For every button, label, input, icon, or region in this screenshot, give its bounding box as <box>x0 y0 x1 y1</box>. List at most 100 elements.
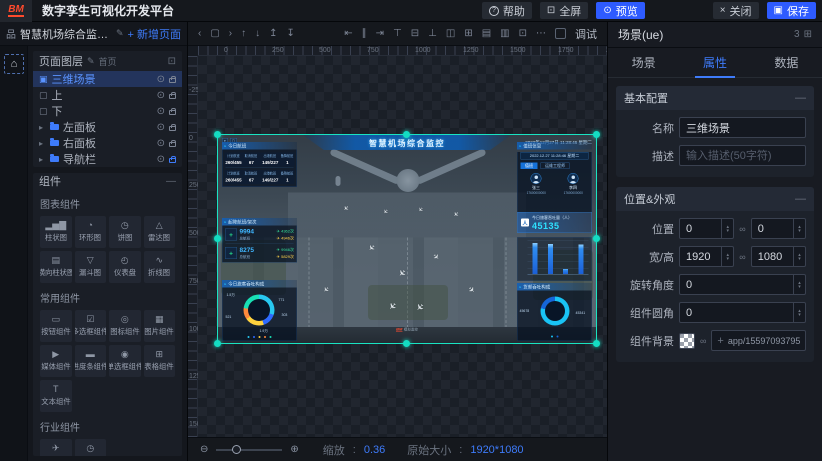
caret-icon[interactable]: ▸ <box>39 123 46 132</box>
component-tile-button[interactable]: ▭按钮组件 <box>40 310 72 342</box>
visibility-icon[interactable]: ⊙ <box>157 90 165 101</box>
resize-handle-w[interactable] <box>214 235 221 242</box>
layer-item-navbar[interactable]: ▸ 导航栏 ⊙ <box>33 151 182 167</box>
visibility-icon[interactable]: ⊙ <box>157 122 165 133</box>
align-middle-icon[interactable]: ⊟ <box>411 28 419 39</box>
zoom-slider-knob[interactable] <box>232 445 241 454</box>
component-tile-ring-chart[interactable]: ◔环形图 <box>75 216 107 248</box>
tab-properties[interactable]: 属性 <box>679 48 750 77</box>
move-down-icon[interactable]: ↓ <box>255 28 260 39</box>
layer-item-left-panel[interactable]: ▸ 左面板 ⊙ <box>33 119 182 135</box>
save-button[interactable]: ▣保存 <box>767 2 816 19</box>
lock-toggle-icon[interactable]: ⊡ <box>519 28 527 39</box>
collapse-section-icon[interactable]: — <box>795 92 806 104</box>
caret-icon[interactable]: ▸ <box>39 139 46 148</box>
component-tile-progress[interactable]: ▬进度条组件 <box>75 345 107 377</box>
next-page-icon[interactable]: › <box>229 28 232 39</box>
component-tile-image[interactable]: ▦图片组件 <box>144 310 176 342</box>
distribute-h-icon[interactable]: ◫ <box>446 28 455 39</box>
component-tile-gauge[interactable]: ◴仪表盘 <box>109 251 141 283</box>
layer-item-bottom[interactable]: ▢ 下 ⊙ <box>33 103 182 119</box>
stepper[interactable]: ▴▾ <box>793 275 805 294</box>
component-tile-hbar-chart[interactable]: ▤横向柱状图 <box>40 251 72 283</box>
align-left-icon[interactable]: ⇤ <box>344 28 352 39</box>
preview-button[interactable]: ⊙预览 <box>596 2 644 19</box>
stepper[interactable]: ▴▾ <box>793 247 805 266</box>
stepper[interactable]: ▴▾ <box>721 219 733 238</box>
zoom-slider[interactable] <box>216 445 282 455</box>
layer-item-3d-scene[interactable]: ▣ 三维场景 ⊙ <box>33 71 182 87</box>
group-icon[interactable]: ▤ <box>482 28 491 39</box>
lock-icon[interactable] <box>169 94 176 99</box>
component-tile-line-chart[interactable]: ∿折线图 <box>144 251 176 283</box>
stepper[interactable]: ▴▾ <box>721 247 733 266</box>
lock-icon[interactable] <box>169 78 176 83</box>
stepper[interactable]: ▴▾ <box>793 303 805 322</box>
name-field[interactable] <box>679 117 806 138</box>
align-top-icon[interactable]: ⊤ <box>393 28 402 39</box>
debug-checkbox[interactable] <box>555 28 566 39</box>
zoom-out-icon[interactable]: ⊖ <box>200 445 208 455</box>
resize-handle-n[interactable] <box>403 131 410 138</box>
fullscreen-button[interactable]: ⊡全屏 <box>540 2 588 19</box>
background-path-field[interactable]: + app/1559709379534520320/ <box>711 330 806 351</box>
lock-icon[interactable] <box>169 158 176 163</box>
resize-handle-se[interactable] <box>593 340 600 347</box>
home-button[interactable]: ⌂ <box>4 54 24 74</box>
resize-handle-e[interactable] <box>593 235 600 242</box>
component-tile-radar-chart[interactable]: △雷达图 <box>144 216 176 248</box>
visibility-icon[interactable]: ⊙ <box>157 74 165 85</box>
align-center-h-icon[interactable]: ∥ <box>362 28 367 39</box>
component-tile-media[interactable]: ▶媒体组件 <box>40 345 72 377</box>
description-field[interactable] <box>679 145 806 166</box>
align-bottom-icon[interactable]: ⊥ <box>428 28 437 39</box>
layer-item-top[interactable]: ▢ 上 ⊙ <box>33 87 182 103</box>
tab-scene[interactable]: 场景 <box>608 48 679 77</box>
dashboard-artboard[interactable]: ✈ ✈ ✈ ✈ ✈ ✈ ✈ ✈ ✈ ✈ ✈ <box>218 135 596 343</box>
align-right-icon[interactable]: ⇥ <box>376 28 384 39</box>
move-bottom-icon[interactable]: ↧ <box>287 28 295 39</box>
visibility-icon[interactable]: ⊙ <box>157 138 165 149</box>
visibility-icon[interactable]: ⊙ <box>157 154 165 165</box>
collapse-section-icon[interactable]: — <box>795 193 806 205</box>
move-up-icon[interactable]: ↑ <box>241 28 246 39</box>
component-tile-radio[interactable]: ◉单选框组件 <box>109 345 141 377</box>
component-tile-text[interactable]: T文本组件 <box>40 380 72 412</box>
rotation-field[interactable] <box>679 274 806 295</box>
background-swatch[interactable] <box>679 333 695 349</box>
tab-data[interactable]: 数据 <box>751 48 822 77</box>
resize-handle-ne[interactable] <box>593 131 600 138</box>
lock-icon[interactable] <box>169 142 176 147</box>
ungroup-icon[interactable]: ▥ <box>500 28 509 39</box>
help-button[interactable]: ?帮助 <box>482 2 532 19</box>
component-tile-pie-chart[interactable]: ◷饼图 <box>109 216 141 248</box>
collapse-icon[interactable]: — <box>166 176 176 187</box>
expand-panel-icon[interactable]: ⊡ <box>168 56 176 67</box>
component-tile-airport[interactable]: ✈机场组件 <box>40 439 72 456</box>
edit-project-icon[interactable]: ✎ <box>116 28 124 39</box>
new-page-button[interactable]: + 新增页面 <box>128 26 181 42</box>
layer-item-right-panel[interactable]: ▸ 右面板 ⊙ <box>33 135 182 151</box>
stepper[interactable]: ▴▾ <box>793 219 805 238</box>
zoom-in-icon[interactable]: ⊕ <box>290 445 298 455</box>
resize-handle-nw[interactable] <box>214 131 221 138</box>
visibility-icon[interactable]: ⊙ <box>157 106 165 117</box>
lock-icon[interactable] <box>169 110 176 115</box>
caret-icon[interactable]: ▸ <box>39 155 46 164</box>
component-tile-checkbox[interactable]: ☑多选框组件 <box>75 310 107 342</box>
component-tile-bar-chart[interactable]: ▂▅▇柱状图 <box>40 216 72 248</box>
distribute-v-icon[interactable]: ⊞ <box>464 28 472 39</box>
lock-icon[interactable] <box>169 126 176 131</box>
close-button[interactable]: ×关闭 <box>713 2 759 19</box>
resize-handle-sw[interactable] <box>214 340 221 347</box>
move-top-icon[interactable]: ↥ <box>269 28 277 39</box>
component-tile-funnel-chart[interactable]: ▽漏斗图 <box>75 251 107 283</box>
component-tile-icon[interactable]: ◎图标组件 <box>109 310 141 342</box>
page-frame-icon[interactable]: ▢ <box>210 28 219 39</box>
canvas-viewport[interactable]: ✈ ✈ ✈ ✈ ✈ ✈ ✈ ✈ ✈ ✈ ✈ <box>198 56 607 437</box>
corner-radius-field[interactable] <box>679 302 806 323</box>
component-tile-duty-info[interactable]: ◷值班信息 <box>75 439 107 456</box>
resize-handle-s[interactable] <box>403 340 410 347</box>
more-icon[interactable]: ⋯ <box>536 28 546 39</box>
prev-page-icon[interactable]: ‹ <box>198 28 201 39</box>
